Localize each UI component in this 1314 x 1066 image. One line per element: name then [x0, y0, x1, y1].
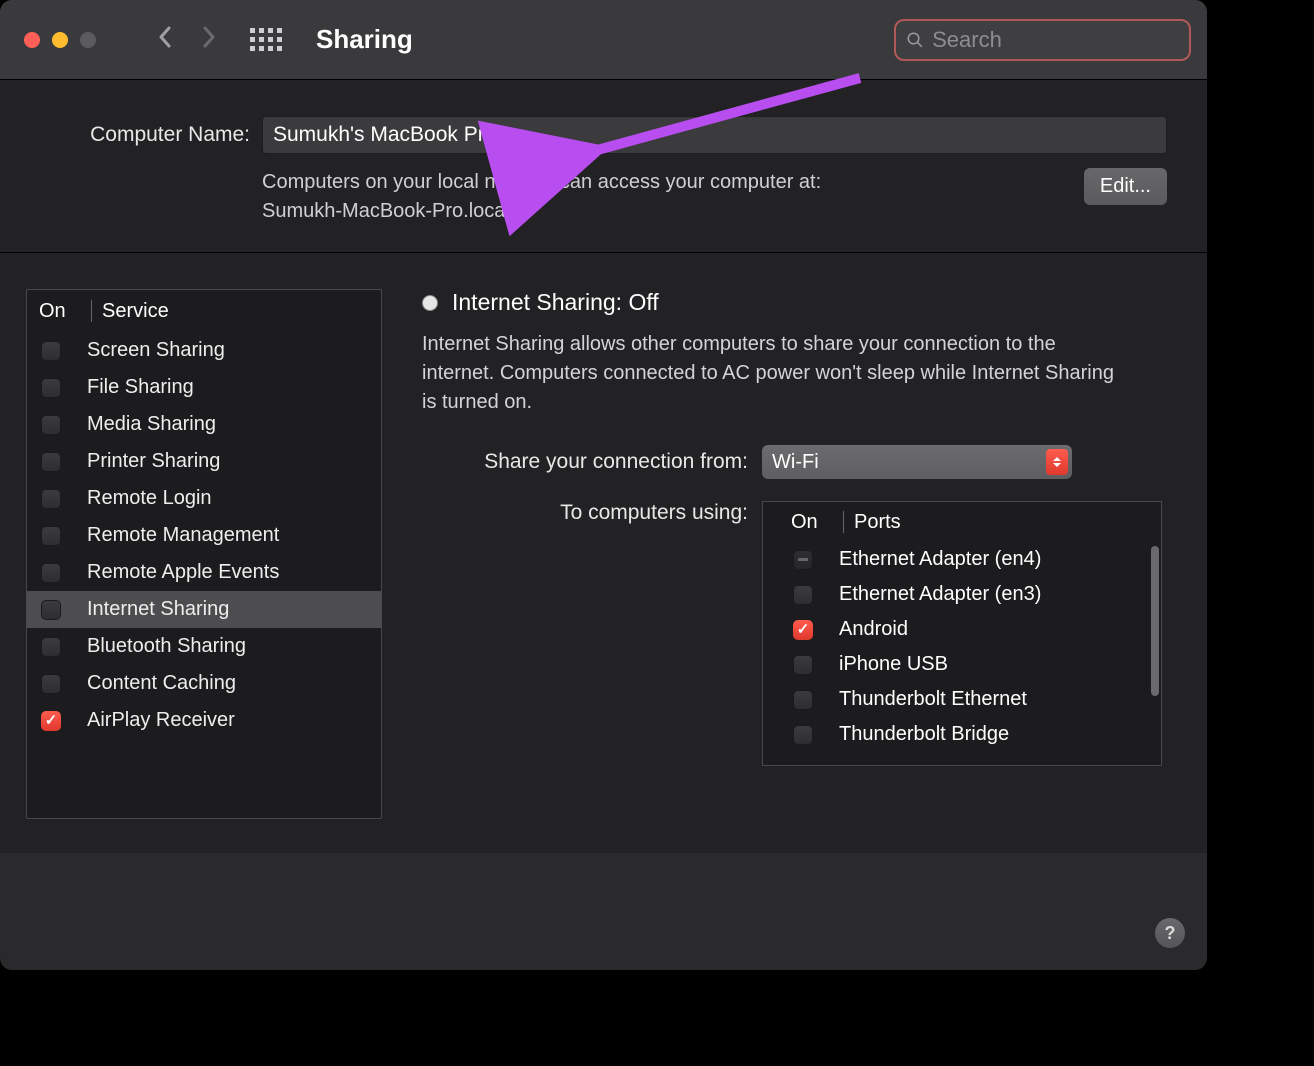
service-checkbox[interactable] — [41, 674, 61, 694]
port-row-thunderbolt-bridge[interactable]: Thunderbolt Bridge — [763, 717, 1161, 752]
chevron-left-icon — [157, 25, 173, 49]
service-detail-panel: Internet Sharing: Off Internet Sharing a… — [422, 289, 1181, 833]
service-label: AirPlay Receiver — [87, 709, 235, 732]
detail-title: Internet Sharing: Off — [452, 289, 659, 316]
minimize-window-button[interactable] — [52, 32, 68, 48]
service-checkbox[interactable] — [41, 452, 61, 472]
port-checkbox[interactable] — [793, 550, 813, 570]
service-label: Media Sharing — [87, 413, 216, 436]
service-row-file-sharing[interactable]: File Sharing — [27, 369, 381, 406]
service-checkbox[interactable] — [41, 341, 61, 361]
share-from-label: Share your connection from: — [422, 450, 762, 474]
back-button[interactable] — [150, 24, 180, 56]
window-controls — [24, 32, 96, 48]
port-checkbox[interactable] — [793, 655, 813, 675]
service-checkbox[interactable] — [41, 489, 61, 509]
service-label: Bluetooth Sharing — [87, 635, 246, 658]
service-checkbox[interactable] — [41, 600, 61, 620]
service-checkbox[interactable] — [41, 711, 61, 731]
service-label: Printer Sharing — [87, 450, 220, 473]
port-label: Ethernet Adapter (en4) — [839, 548, 1041, 571]
port-label: Thunderbolt Bridge — [839, 723, 1009, 746]
share-from-value: Wi-Fi — [772, 451, 819, 474]
ports-scrollbar[interactable] — [1151, 546, 1159, 746]
service-row-content-caching[interactable]: Content Caching — [27, 665, 381, 702]
to-computers-label: To computers using: — [422, 501, 762, 525]
forward-button[interactable] — [194, 24, 224, 56]
port-row-thunderbolt-ethernet[interactable]: Thunderbolt Ethernet — [763, 682, 1161, 717]
show-all-button[interactable] — [250, 28, 282, 51]
port-checkbox[interactable] — [793, 690, 813, 710]
zoom-window-button[interactable] — [80, 32, 96, 48]
service-checkbox[interactable] — [41, 378, 61, 398]
search-input[interactable] — [932, 27, 1179, 53]
service-row-screen-sharing[interactable]: Screen Sharing — [27, 332, 381, 369]
port-checkbox[interactable] — [793, 620, 813, 640]
services-list: On Service Screen Sharing File Sharing Med… — [26, 289, 382, 819]
port-row-ethernet-adapter-en3-[interactable]: Ethernet Adapter (en3) — [763, 577, 1161, 612]
sharing-preferences-window: Sharing Computer Name: Computers on your… — [0, 0, 1207, 970]
service-label: Remote Management — [87, 524, 279, 547]
service-row-remote-management[interactable]: Remote Management — [27, 517, 381, 554]
port-label: Thunderbolt Ethernet — [839, 688, 1027, 711]
close-window-button[interactable] — [24, 32, 40, 48]
detail-description: Internet Sharing allows other computers … — [422, 330, 1132, 417]
computer-name-input[interactable] — [262, 116, 1167, 154]
service-row-airplay-receiver[interactable]: AirPlay Receiver — [27, 702, 381, 739]
service-checkbox[interactable] — [41, 415, 61, 435]
chevron-right-icon — [201, 25, 217, 49]
services-header-service: Service — [102, 300, 169, 323]
port-row-iphone-usb[interactable]: iPhone USB — [763, 647, 1161, 682]
service-label: Screen Sharing — [87, 339, 225, 362]
ports-header: On Ports — [763, 502, 1161, 542]
service-row-remote-login[interactable]: Remote Login — [27, 480, 381, 517]
service-label: Remote Apple Events — [87, 561, 279, 584]
port-label: Ethernet Adapter (en3) — [839, 583, 1041, 606]
service-row-remote-apple-events[interactable]: Remote Apple Events — [27, 554, 381, 591]
port-row-ethernet-adapter-en4-[interactable]: Ethernet Adapter (en4) — [763, 542, 1161, 577]
ports-body: Ethernet Adapter (en4) Ethernet Adapter (… — [763, 542, 1161, 752]
computer-name-section: Computer Name: Computers on your local n… — [0, 80, 1207, 253]
computer-name-label: Computer Name: — [40, 123, 250, 147]
computer-name-hint: Computers on your local network can acce… — [262, 168, 821, 226]
content-area: On Service Screen Sharing File Sharing Med… — [0, 253, 1207, 853]
port-checkbox[interactable] — [793, 725, 813, 745]
port-label: Android — [839, 618, 908, 641]
dropdown-caret-icon — [1046, 449, 1068, 475]
service-label: File Sharing — [87, 376, 194, 399]
ports-header-ports: Ports — [854, 511, 901, 534]
service-checkbox[interactable] — [41, 526, 61, 546]
search-field-wrap[interactable] — [894, 19, 1191, 61]
service-label: Remote Login — [87, 487, 212, 510]
port-row-android[interactable]: Android — [763, 612, 1161, 647]
service-row-media-sharing[interactable]: Media Sharing — [27, 406, 381, 443]
help-button[interactable]: ? — [1155, 918, 1185, 948]
edit-hostname-button[interactable]: Edit... — [1084, 168, 1167, 205]
share-from-select[interactable]: Wi-Fi — [762, 445, 1072, 479]
services-header: On Service — [27, 290, 381, 332]
service-row-internet-sharing[interactable]: Internet Sharing — [27, 591, 381, 628]
titlebar: Sharing — [0, 0, 1207, 80]
port-label: iPhone USB — [839, 653, 948, 676]
ports-list: On Ports Ethernet Adapter (en4)Ethernet … — [762, 501, 1162, 766]
port-checkbox[interactable] — [793, 585, 813, 605]
search-icon — [906, 30, 924, 50]
service-label: Content Caching — [87, 672, 236, 695]
service-row-bluetooth-sharing[interactable]: Bluetooth Sharing — [27, 628, 381, 665]
service-checkbox[interactable] — [41, 563, 61, 583]
window-title: Sharing — [316, 24, 413, 55]
status-indicator-icon — [422, 295, 438, 311]
services-body: Screen Sharing File Sharing Media Sharing P… — [27, 332, 381, 739]
service-row-printer-sharing[interactable]: Printer Sharing — [27, 443, 381, 480]
service-checkbox[interactable] — [41, 637, 61, 657]
services-header-on: On — [39, 300, 91, 323]
service-label: Internet Sharing — [87, 598, 229, 621]
ports-header-on: On — [791, 511, 843, 534]
